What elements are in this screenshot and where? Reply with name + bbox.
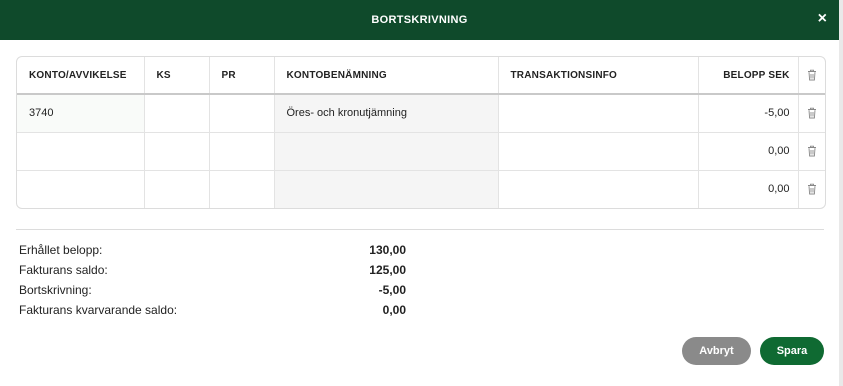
belopp-cell[interactable]: -5,00 xyxy=(698,94,799,133)
summary-label: Fakturans saldo: xyxy=(19,263,108,277)
summary-label: Bortskrivning: xyxy=(19,283,92,297)
trash-icon[interactable] xyxy=(807,183,817,195)
transaktionsinfo-cell[interactable] xyxy=(498,94,699,133)
entries-table: KONTO/AVVIKELSE KS PR KONTOBENÄMNING TRA… xyxy=(16,56,826,209)
delete-row-cell xyxy=(798,132,825,171)
column-header-belopp: BELOPP SEK xyxy=(698,57,799,95)
ks-cell[interactable] xyxy=(144,132,210,171)
pr-cell[interactable] xyxy=(209,94,275,133)
ks-cell[interactable] xyxy=(144,94,210,133)
summary-label: Fakturans kvarvarande saldo: xyxy=(19,303,178,317)
close-icon[interactable]: × xyxy=(818,9,827,29)
summary-row-kvarvarande-saldo: Fakturans kvarvarande saldo: 0,00 xyxy=(16,300,824,320)
summary-value: 0,00 xyxy=(382,303,406,317)
kontobenamning-cell xyxy=(274,132,499,171)
kontobenamning-cell xyxy=(274,170,499,208)
pr-cell[interactable] xyxy=(209,132,275,171)
summary-row-erhallet: Erhållet belopp: 130,00 xyxy=(16,240,824,260)
table-row: 0,00 xyxy=(17,132,825,171)
trash-icon[interactable] xyxy=(807,69,817,81)
kontobenamning-cell: Öres- och kronutjämning xyxy=(274,94,499,133)
summary-section: Erhållet belopp: 130,00 Fakturans saldo:… xyxy=(16,229,824,320)
trash-icon[interactable] xyxy=(807,107,817,119)
konto-cell[interactable]: 3740 xyxy=(17,94,145,133)
column-header-pr: PR xyxy=(209,57,275,95)
trash-icon[interactable] xyxy=(807,145,817,157)
delete-all-column xyxy=(798,57,825,95)
dialog-header: BORTSKRIVNING × xyxy=(0,0,839,40)
cancel-button[interactable]: Avbryt xyxy=(682,337,751,365)
delete-row-cell xyxy=(798,94,825,133)
column-header-ks: KS xyxy=(144,57,210,95)
belopp-cell[interactable]: 0,00 xyxy=(698,170,799,208)
dialog-title: BORTSKRIVNING xyxy=(371,14,468,26)
konto-cell[interactable] xyxy=(17,132,145,171)
column-header-kontobenamning: KONTOBENÄMNING xyxy=(274,57,499,95)
save-button[interactable]: Spara xyxy=(760,337,824,365)
konto-cell[interactable] xyxy=(17,170,145,208)
summary-row-bortskrivning: Bortskrivning: -5,00 xyxy=(16,280,824,300)
column-header-transaktionsinfo: TRANSAKTIONSINFO xyxy=(498,57,699,95)
summary-row-fakturans-saldo: Fakturans saldo: 125,00 xyxy=(16,260,824,280)
pr-cell[interactable] xyxy=(209,170,275,208)
summary-label: Erhållet belopp: xyxy=(19,243,103,257)
column-header-konto: KONTO/AVVIKELSE xyxy=(17,57,145,95)
table-header-row: KONTO/AVVIKELSE KS PR KONTOBENÄMNING TRA… xyxy=(17,57,825,95)
ks-cell[interactable] xyxy=(144,170,210,208)
transaktionsinfo-cell[interactable] xyxy=(498,132,699,171)
transaktionsinfo-cell[interactable] xyxy=(498,170,699,208)
table-row: 3740 Öres- och kronutjämning -5,00 xyxy=(17,94,825,133)
summary-value: -5,00 xyxy=(378,283,406,297)
table-row: 0,00 xyxy=(17,170,825,208)
belopp-cell[interactable]: 0,00 xyxy=(698,132,799,171)
delete-row-cell xyxy=(798,170,825,208)
bortskrivning-dialog: BORTSKRIVNING × KONTO/AVVIKELSE KS PR KO… xyxy=(0,0,843,386)
summary-value: 130,00 xyxy=(369,243,406,257)
summary-value: 125,00 xyxy=(369,263,406,277)
